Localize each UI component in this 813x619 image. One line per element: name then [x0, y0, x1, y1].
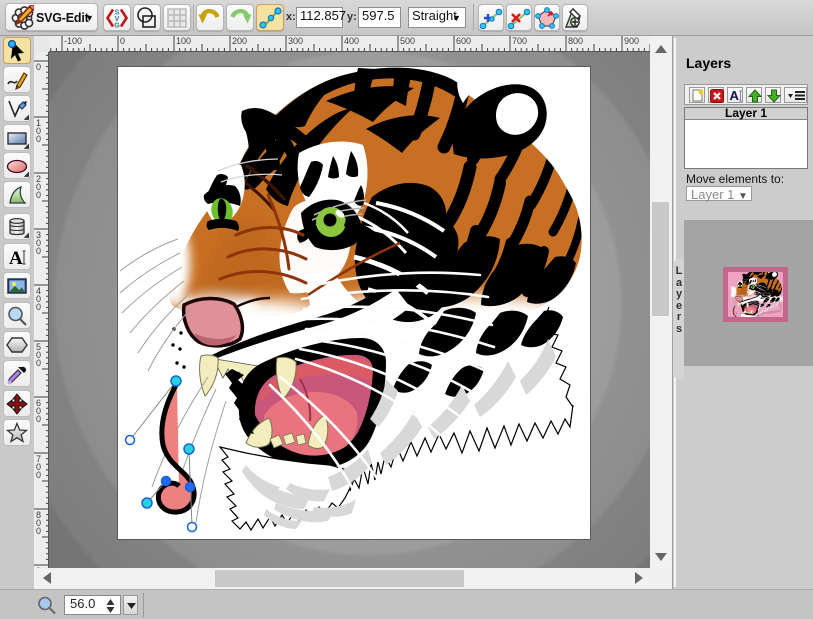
- svg-text:300: 300: [36, 230, 41, 256]
- svg-text:0: 0: [36, 62, 41, 72]
- svg-text:600: 600: [456, 36, 471, 46]
- svg-text:G: G: [114, 22, 120, 29]
- svg-text:400: 400: [36, 286, 41, 312]
- svg-text:500: 500: [400, 36, 415, 46]
- svg-text:800: 800: [36, 510, 41, 536]
- svg-text:A: A: [730, 88, 740, 103]
- svg-text:700: 700: [36, 454, 41, 480]
- svg-text:600: 600: [36, 398, 41, 424]
- svg-text:700: 700: [512, 36, 527, 46]
- svg-text:400: 400: [344, 36, 359, 46]
- svg-text:100: 100: [176, 36, 191, 46]
- svg-text:0: 0: [120, 36, 125, 46]
- svg-text:900: 900: [624, 36, 639, 46]
- svg-text:-100: -100: [64, 36, 82, 46]
- svg-text:300: 300: [288, 36, 303, 46]
- svg-text:200: 200: [232, 36, 247, 46]
- svg-text:A: A: [9, 248, 23, 269]
- svg-text:500: 500: [36, 342, 41, 368]
- svg-text:800: 800: [568, 36, 583, 46]
- svg-text:200: 200: [36, 174, 41, 200]
- svg-text:100: 100: [36, 118, 41, 144]
